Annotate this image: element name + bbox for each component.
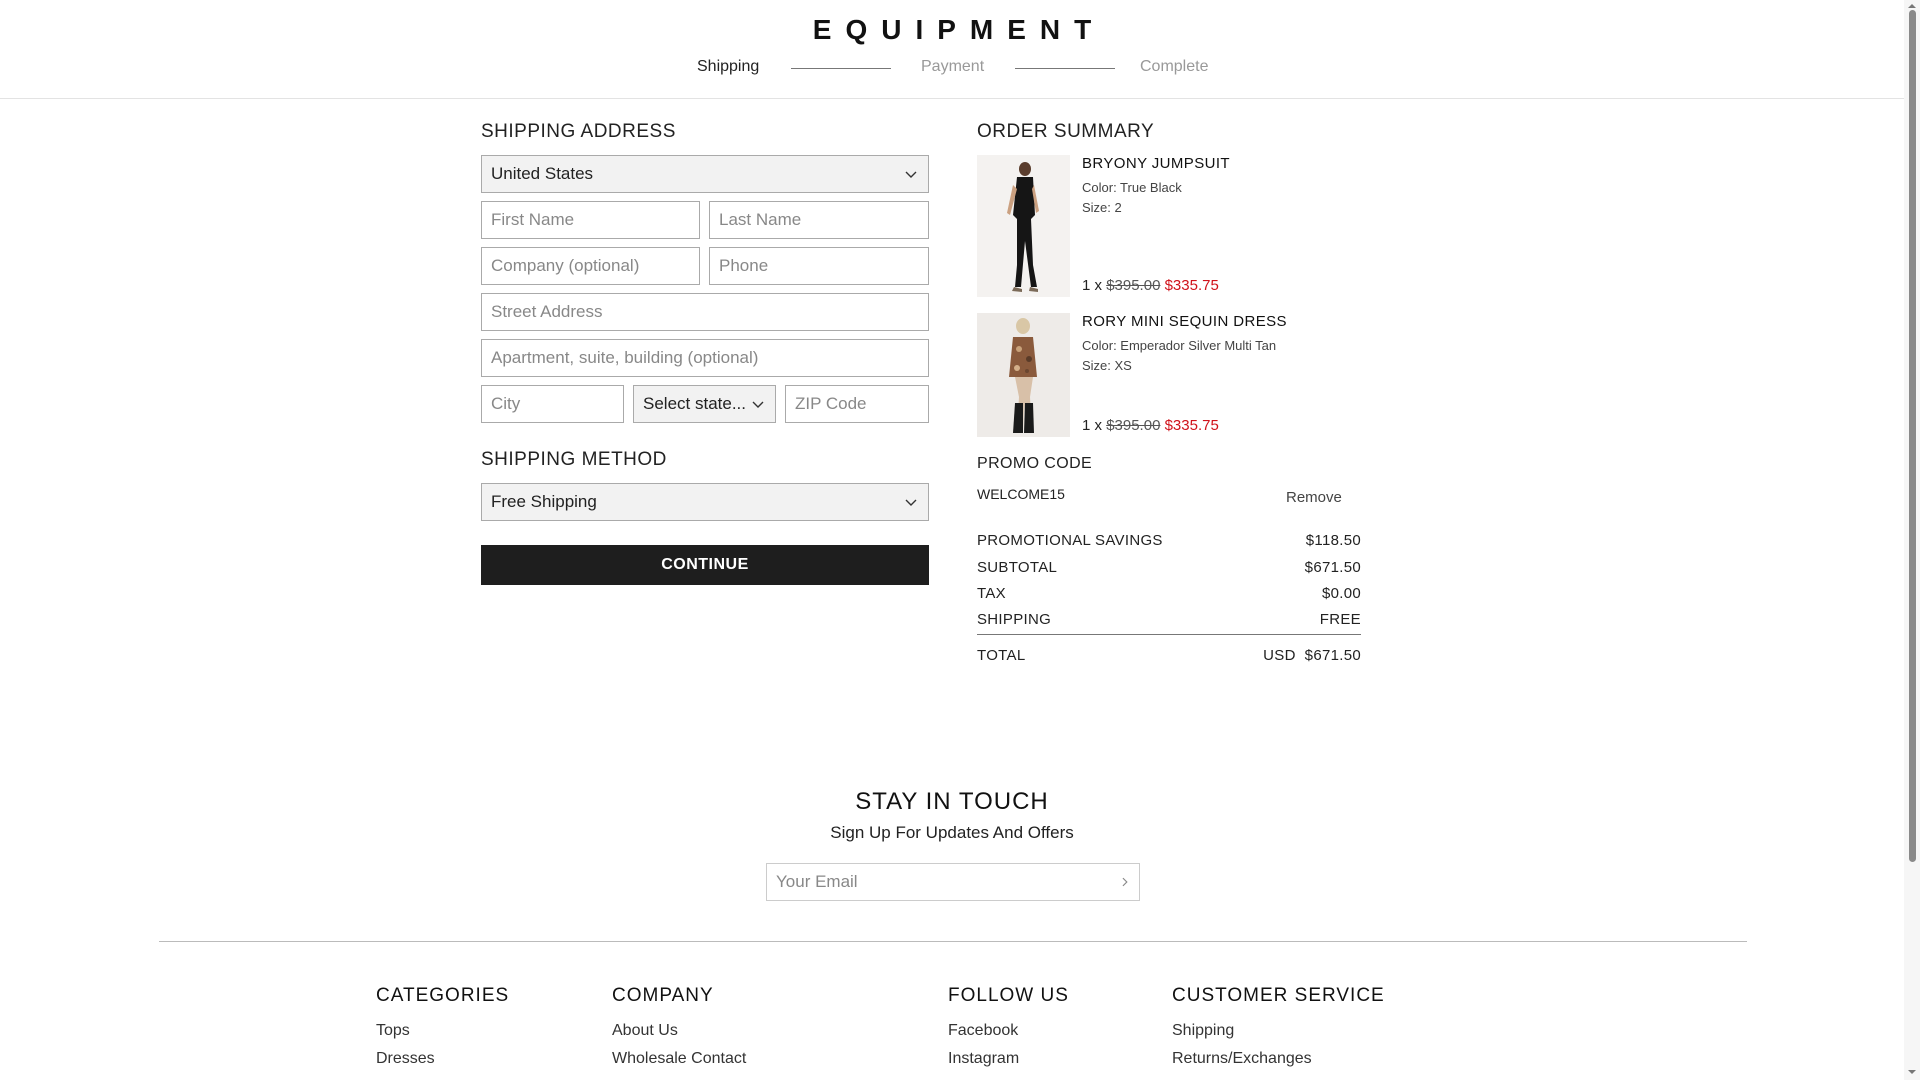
- step-payment: Payment: [921, 58, 985, 75]
- continue-button[interactable]: CONTINUE: [481, 545, 929, 585]
- summary-row-shipping: SHIPPING FREE: [977, 611, 1361, 628]
- chevron-down-icon: [752, 401, 764, 408]
- summary-row-savings: PROMOTIONAL SAVINGS $118.50: [977, 532, 1361, 549]
- item-price: 1 x $395.00 $335.75: [1082, 277, 1219, 294]
- company-field[interactable]: [481, 247, 700, 285]
- footer-divider: [159, 941, 1747, 942]
- summary-divider: [977, 634, 1361, 635]
- summary-label: PROMOTIONAL SAVINGS: [977, 532, 1163, 549]
- footer-link[interactable]: Tops: [376, 1022, 410, 1040]
- last-name-input[interactable]: [719, 210, 919, 230]
- footer-heading-customer-service: CUSTOMER SERVICE: [1172, 985, 1385, 1006]
- summary-value: $118.50: [1305, 532, 1361, 549]
- promo-code-title: PROMO CODE: [977, 455, 1093, 472]
- street-address-input[interactable]: [491, 302, 919, 322]
- footer-heading-company: COMPANY: [612, 985, 714, 1006]
- footer-link[interactable]: Returns/Exchanges: [1172, 1050, 1312, 1068]
- item-color: Color: True Black: [1082, 180, 1182, 195]
- city-field[interactable]: [481, 385, 624, 423]
- apartment-field[interactable]: [481, 339, 929, 377]
- city-input[interactable]: [491, 394, 614, 414]
- footer-heading-follow-us: FOLLOW US: [948, 985, 1069, 1006]
- checkout-steps: Shipping Payment Complete: [0, 58, 1904, 78]
- item-sale-price: $335.75: [1164, 417, 1219, 434]
- checkout-header: EQUIPMENT Shipping Payment Complete: [0, 0, 1904, 99]
- state-value: Select state...: [643, 394, 746, 413]
- remove-promo-link[interactable]: Remove: [1286, 489, 1342, 506]
- footer-link[interactable]: About Us: [612, 1022, 678, 1040]
- newsletter-email-field[interactable]: [766, 863, 1140, 901]
- chevron-down-icon: [905, 499, 917, 506]
- apartment-input[interactable]: [491, 348, 919, 368]
- step-shipping: Shipping: [697, 58, 760, 75]
- product-image-dress[interactable]: [977, 313, 1070, 437]
- total-currency: USD: [1263, 647, 1296, 664]
- last-name-field[interactable]: [709, 201, 929, 239]
- summary-value: FREE: [1319, 611, 1361, 628]
- first-name-input[interactable]: [491, 210, 690, 230]
- item-qty: 1 x: [1082, 417, 1103, 434]
- footer-link[interactable]: Dresses: [376, 1050, 435, 1068]
- dress-photo: [977, 313, 1070, 437]
- item-size: Size: XS: [1082, 358, 1132, 373]
- jumpsuit-photo: [977, 155, 1070, 297]
- order-summary-title: ORDER SUMMARY: [977, 121, 1155, 142]
- chevron-right-icon[interactable]: [1120, 876, 1130, 888]
- newsletter-subtitle: Sign Up For Updates And Offers: [830, 823, 1074, 842]
- summary-value: $671.50: [1304, 559, 1361, 576]
- summary-label: TAX: [977, 585, 1006, 602]
- item-name[interactable]: RORY MINI SEQUIN DRESS: [1082, 313, 1287, 330]
- summary-label: SUBTOTAL: [977, 559, 1058, 576]
- page-scrollbar[interactable]: [1904, 0, 1920, 1080]
- company-input[interactable]: [491, 256, 690, 276]
- shipping-method-title: SHIPPING METHOD: [481, 449, 667, 470]
- scrollbar-thumb[interactable]: [1909, 10, 1916, 862]
- step-divider: [791, 68, 891, 69]
- first-name-field[interactable]: [481, 201, 700, 239]
- item-original-price: $395.00: [1106, 417, 1161, 434]
- summary-label: SHIPPING: [977, 611, 1052, 628]
- summary-row-total: TOTAL USD $671.50: [977, 647, 1361, 664]
- brand-logo[interactable]: EQUIPMENT: [0, 14, 1904, 46]
- total-label: TOTAL: [977, 647, 1026, 664]
- country-value: United States: [491, 164, 594, 183]
- step-divider: [1015, 68, 1115, 69]
- newsletter-title: STAY IN TOUCH: [855, 788, 1049, 815]
- newsletter-email-input[interactable]: [776, 872, 1121, 892]
- scroll-up-arrow-icon[interactable]: [1907, 2, 1917, 10]
- shipping-method-value: Free Shipping: [491, 492, 597, 511]
- country-select[interactable]: United States: [481, 155, 929, 193]
- street-address-field[interactable]: [481, 293, 929, 331]
- item-qty: 1 x: [1082, 277, 1103, 294]
- item-color: Color: Emperador Silver Multi Tan: [1082, 338, 1277, 353]
- zip-field[interactable]: [785, 385, 929, 423]
- footer-link[interactable]: Facebook: [948, 1022, 1018, 1040]
- product-image-jumpsuit[interactable]: [977, 155, 1070, 297]
- phone-input[interactable]: [719, 256, 919, 276]
- footer-link[interactable]: Shipping: [1172, 1022, 1234, 1040]
- chevron-down-icon: [905, 171, 917, 178]
- item-size: Size: 2: [1082, 200, 1122, 215]
- summary-value: $0.00: [1321, 585, 1361, 602]
- state-select[interactable]: Select state...: [633, 385, 776, 423]
- shipping-address-title: SHIPPING ADDRESS: [481, 121, 676, 142]
- promo-code-value: WELCOME15: [977, 486, 1065, 502]
- scroll-down-arrow-icon[interactable]: [1907, 1068, 1917, 1076]
- item-price: 1 x $395.00 $335.75: [1082, 417, 1219, 434]
- item-original-price: $395.00: [1106, 277, 1161, 294]
- item-sale-price: $335.75: [1164, 277, 1219, 294]
- phone-field[interactable]: [709, 247, 929, 285]
- total-amount: USD $671.50: [1263, 647, 1361, 664]
- footer-heading-categories: CATEGORIES: [376, 985, 510, 1006]
- footer-link[interactable]: Instagram: [948, 1050, 1019, 1068]
- item-name[interactable]: BRYONY JUMPSUIT: [1082, 155, 1230, 172]
- footer-link[interactable]: Wholesale Contact: [612, 1050, 746, 1068]
- shipping-method-select[interactable]: Free Shipping: [481, 483, 929, 521]
- summary-row-subtotal: SUBTOTAL $671.50: [977, 559, 1361, 576]
- total-value: $671.50: [1304, 647, 1361, 664]
- zip-input[interactable]: [795, 394, 919, 414]
- step-complete: Complete: [1140, 58, 1209, 75]
- summary-row-tax: TAX $0.00: [977, 585, 1361, 602]
